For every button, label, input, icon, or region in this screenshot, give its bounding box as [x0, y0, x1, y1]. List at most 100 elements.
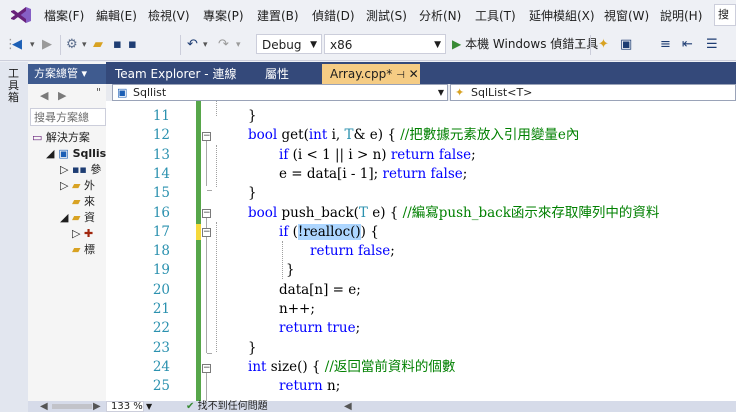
- code-token: int: [308, 127, 328, 144]
- screenshot-icon[interactable]: ▣: [620, 36, 632, 54]
- back-dropdown-icon[interactable]: ▾: [30, 36, 35, 54]
- visual-studio-logo-icon[interactable]: [10, 6, 32, 24]
- menu-build[interactable]: 建置(B): [257, 7, 299, 24]
- code-token: }: [248, 108, 257, 124]
- issues-indicator[interactable]: ✔ 找不到任何問題: [186, 402, 268, 412]
- code-selection: !realloc(): [297, 223, 361, 240]
- comment-icon[interactable]: ☰: [706, 36, 718, 54]
- forward-icon[interactable]: ▶: [58, 89, 66, 102]
- menu-help[interactable]: 說明(H): [660, 7, 702, 24]
- tree-item-source[interactable]: ▰ 來: [72, 194, 106, 210]
- menu-file[interactable]: 檔案(F): [44, 7, 84, 24]
- code-token: if: [279, 223, 289, 240]
- hot-reload-icon[interactable]: ✦: [598, 36, 609, 54]
- tree-item-solution[interactable]: ▭ 解決方案: [32, 130, 106, 146]
- toolbox-strip[interactable]: [0, 62, 29, 412]
- tree-item-label: Sqllis: [72, 147, 106, 160]
- code-line-11: }: [248, 107, 257, 126]
- menu-debug[interactable]: 偵錯(D): [312, 7, 355, 24]
- tab-array-cpp[interactable]: Array.cpp* ⊣ ✕: [322, 64, 420, 84]
- collapse-icon[interactable]: −: [202, 364, 211, 373]
- new-item-icon[interactable]: ⚙: [66, 36, 78, 54]
- tab-team-explorer[interactable]: Team Explorer - 連線: [107, 64, 257, 84]
- code-token: size() {: [266, 358, 325, 375]
- play-icon: ▶: [452, 37, 462, 51]
- tree-item-external[interactable]: ▷ ▰ 外: [60, 178, 106, 194]
- tree-item-project[interactable]: ◢ ▣ Sqllis: [46, 146, 106, 162]
- redo-icon[interactable]: ↷: [218, 36, 229, 54]
- back-icon[interactable]: ◀: [40, 89, 48, 102]
- code-line-22: return true;: [279, 319, 360, 338]
- member-select[interactable]: ✦ SqlList<T>: [450, 84, 736, 101]
- undo-icon[interactable]: ↶: [187, 36, 198, 54]
- tree-item-headers[interactable]: ▰ 標: [72, 242, 106, 258]
- scope-select[interactable]: ▣ Sqllist ▼: [112, 84, 448, 101]
- line-number: 25: [152, 378, 170, 395]
- indent-guide: [216, 145, 217, 187]
- forward-navigate-icon[interactable]: ▶: [42, 36, 52, 54]
- collapse-arrow-icon: ◢: [60, 211, 69, 224]
- code-token: ;: [471, 146, 476, 163]
- collapse-icon[interactable]: −: [202, 209, 211, 218]
- menu-test[interactable]: 測試(S): [366, 7, 407, 24]
- save-all-icon[interactable]: ▪: [128, 36, 137, 54]
- menu-project[interactable]: 專案(P): [203, 7, 244, 24]
- new-item-dropdown-icon[interactable]: ▾: [82, 36, 87, 54]
- menu-analyze[interactable]: 分析(N): [419, 7, 461, 24]
- solution-explorer-header[interactable]: 方案總管 ▾: [28, 64, 106, 84]
- line-number: 23: [152, 339, 170, 356]
- menu-tools[interactable]: 工具(T): [475, 7, 516, 24]
- tree-item-references[interactable]: ▷ ▪▪ 參: [60, 162, 106, 178]
- fold-end-mark: [207, 353, 212, 354]
- chevron-down-icon: ▾: [81, 67, 88, 80]
- configuration-select[interactable]: Debug ▼: [256, 34, 322, 54]
- scroll-right-icon[interactable]: ▶: [93, 402, 101, 412]
- undo-dropdown-icon[interactable]: ▾: [203, 36, 208, 54]
- format-icon[interactable]: ≡: [660, 36, 671, 54]
- fold-line: [206, 136, 207, 186]
- code-token: (: [288, 223, 298, 240]
- horizontal-scrollbar[interactable]: [52, 404, 92, 409]
- code-token: e = data[i - 1];: [279, 165, 383, 182]
- line-number-gutter: 11 12 13 14 15 16 17 18 19 20 21 22 23 2…: [112, 101, 172, 401]
- code-token: get(: [277, 127, 309, 144]
- tab-properties[interactable]: 屬性: [257, 64, 319, 84]
- pin-icon[interactable]: ⊣: [396, 70, 405, 81]
- chevron-down-icon[interactable]: ▼: [146, 402, 152, 412]
- redo-dropdown-icon[interactable]: ▾: [236, 36, 241, 54]
- line-number: 11: [152, 108, 170, 124]
- tab-label: Array.cpp*: [330, 67, 393, 81]
- collapse-icon[interactable]: −: [202, 228, 211, 237]
- save-icon[interactable]: ▪: [113, 36, 122, 54]
- zoom-select[interactable]: 133 %: [106, 401, 144, 412]
- menu-window[interactable]: 視窗(W): [604, 7, 649, 24]
- code-line-21: n++;: [279, 300, 315, 319]
- scroll-left-icon[interactable]: ◀: [40, 402, 48, 412]
- scroll-left-icon[interactable]: ◀: [344, 402, 352, 412]
- menu-edit[interactable]: 編輯(E): [96, 7, 137, 24]
- code-line-12: bool get(int i, T& e) { //把數據元素放入引用變量e內: [248, 126, 579, 145]
- toolbox-label[interactable]: 工具箱: [8, 68, 22, 104]
- back-navigate-icon[interactable]: ◀: [12, 36, 22, 54]
- menu-extensions[interactable]: 延伸模組(X): [529, 7, 595, 24]
- open-file-icon[interactable]: ▰: [93, 36, 103, 54]
- tree-item-resources[interactable]: ◢ ▰ 資: [60, 210, 106, 226]
- line-number: 15: [152, 185, 170, 202]
- platform-select[interactable]: x86 ▼: [324, 34, 446, 54]
- search-box[interactable]: 搜: [714, 4, 736, 26]
- collapse-icon[interactable]: −: [202, 132, 211, 141]
- close-icon[interactable]: ✕: [409, 67, 419, 81]
- tree-item-label: 資: [83, 211, 95, 224]
- scope-value: Sqllist: [133, 86, 167, 99]
- start-debugging-button[interactable]: ▶ 本機 Windows 偵錯工具: [452, 34, 598, 54]
- code-token: return false: [310, 243, 391, 260]
- code-token: T: [344, 127, 354, 144]
- code-token: n;: [322, 378, 341, 395]
- overflow-icon[interactable]: ": [96, 86, 101, 99]
- solution-explorer-search-input[interactable]: 搜尋方案總: [30, 108, 106, 126]
- menu-view[interactable]: 檢視(V): [148, 7, 190, 24]
- run-dropdown-icon[interactable]: ▾: [578, 36, 583, 54]
- tree-item-file[interactable]: ▷ ✚: [72, 226, 106, 242]
- outdent-icon[interactable]: ⇤: [682, 36, 693, 54]
- search-box-label: 搜: [718, 8, 729, 21]
